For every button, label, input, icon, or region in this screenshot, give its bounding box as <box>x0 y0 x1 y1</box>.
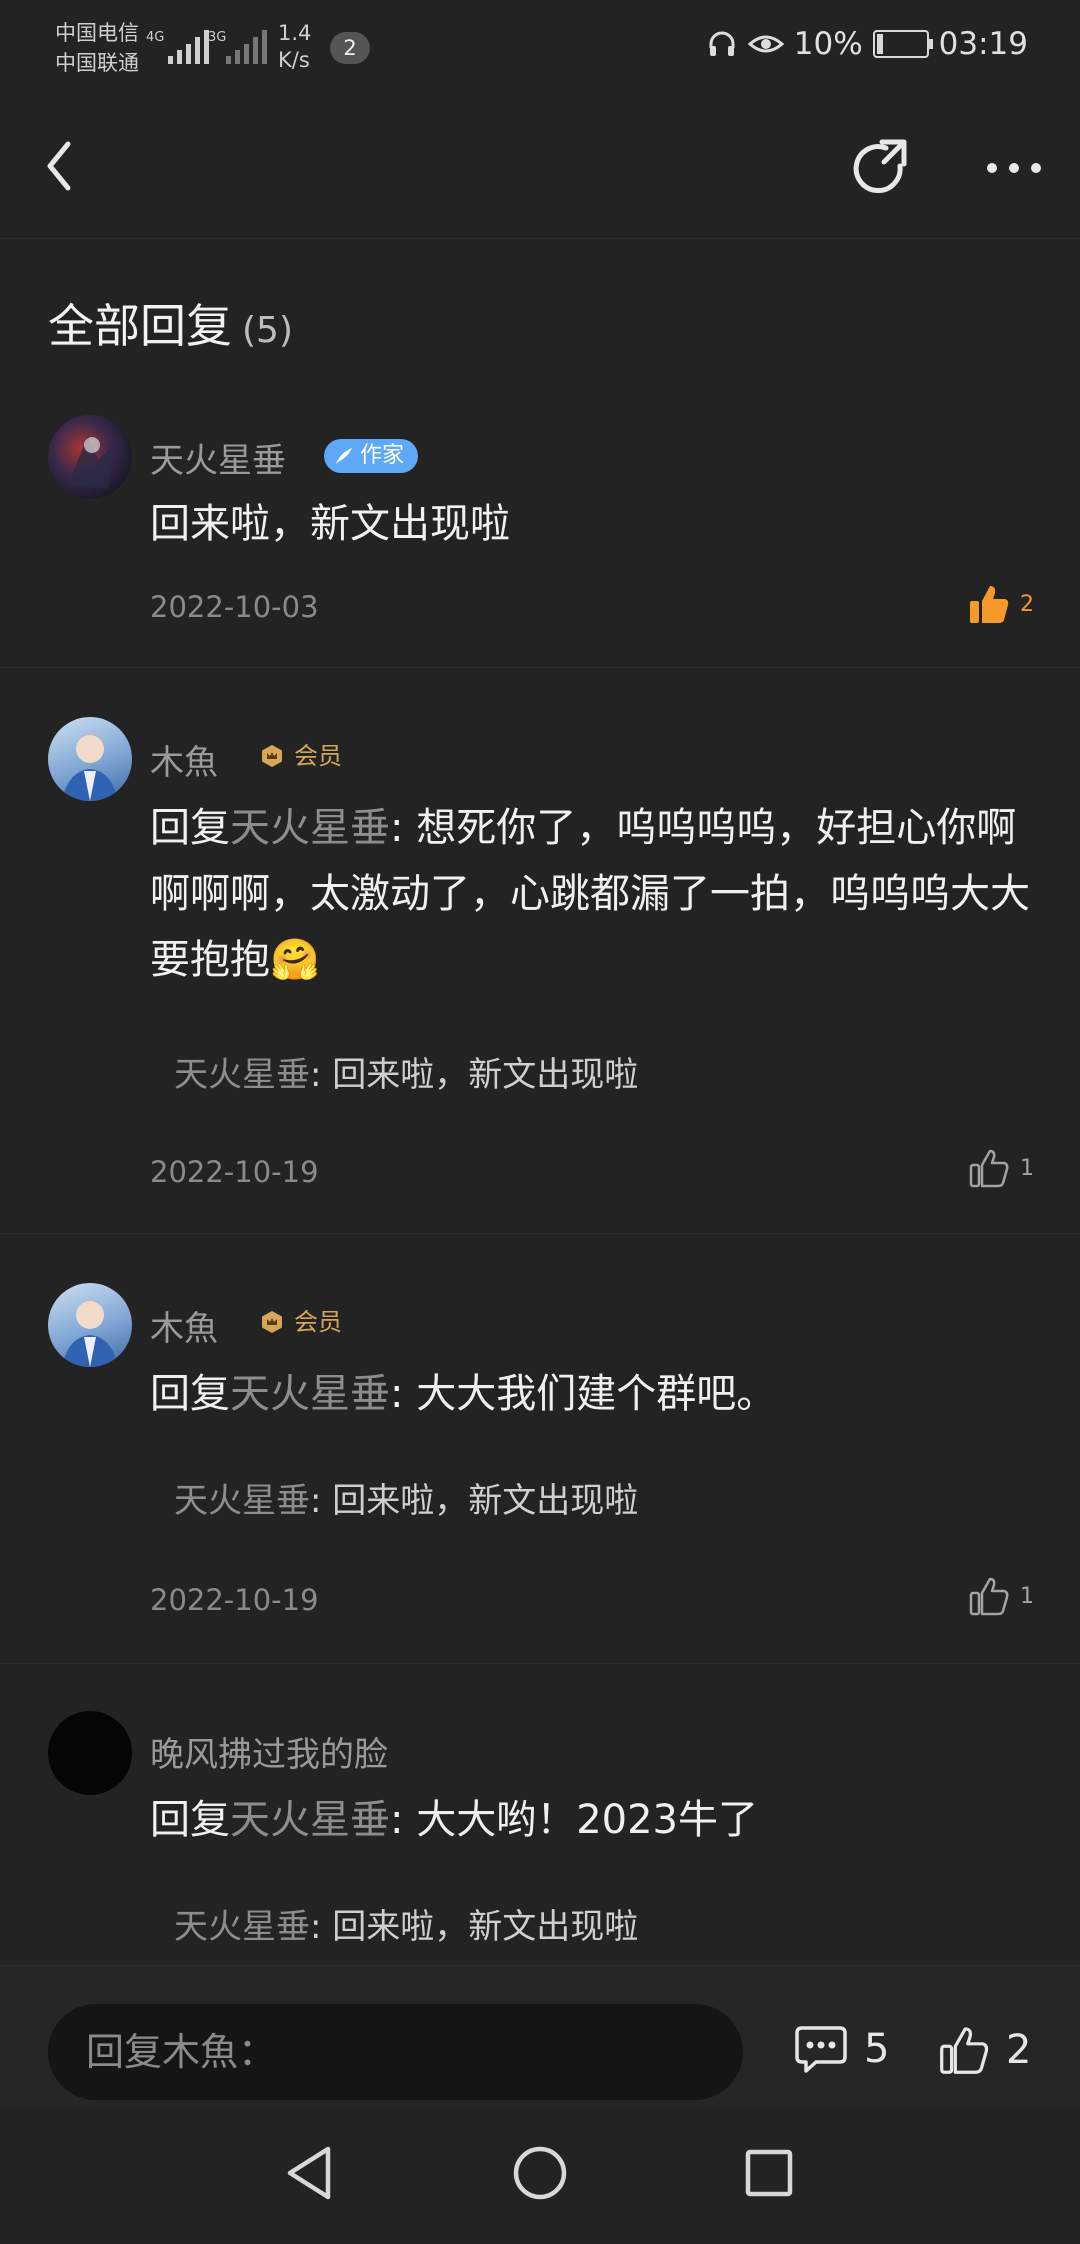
avatar[interactable] <box>48 415 132 499</box>
like-button[interactable]: 2 <box>968 583 1034 625</box>
comment-item: 天火星垂 作家 回来啦，新文出现啦 2022-10-03 2 <box>0 385 1080 668</box>
comment-date: 2022-10-19 <box>150 1583 319 1617</box>
quoted-comment[interactable]: 天火星垂: 回来啦，新文出现啦 <box>174 1899 638 1948</box>
nav-back-icon[interactable] <box>284 2145 334 2201</box>
notification-count-badge: 2 <box>330 32 370 64</box>
quoted-comment[interactable]: 天火星垂: 回来啦，新文出现啦 <box>174 1047 638 1096</box>
member-badge: 会员 <box>260 741 342 771</box>
member-badge: 会员 <box>260 1307 342 1337</box>
comment-item: 木魚 会员 回复天火星垂: 想死你了，呜呜呜呜，好担心你啊啊啊啊，太激动了，心跳… <box>0 667 1080 1234</box>
like-button[interactable]: 1 <box>968 1575 1034 1617</box>
comment-text: 回复天火星垂: 大大哟！2023牛了 <box>150 1797 758 1843</box>
clock: 03:19 <box>938 26 1028 62</box>
reply-mention[interactable]: 天火星垂 <box>230 1797 390 1843</box>
carrier-1: 中国电信 <box>55 21 139 45</box>
like-count: 1 <box>1020 1583 1034 1609</box>
reply-count: (5) <box>242 310 293 351</box>
like-count: 2 <box>1020 591 1034 617</box>
network-type-1: 4G <box>146 30 165 45</box>
reply-mention[interactable]: 天火星垂 <box>230 1371 390 1417</box>
comment-item: 木魚 会员 回复天火星垂: 大大我们建个群吧。 天火星垂: 回来啦，新文出现啦 … <box>0 1233 1080 1664</box>
nav-home-icon[interactable] <box>512 2145 568 2201</box>
like-count: 2 <box>1006 2027 1032 2073</box>
avatar[interactable] <box>48 1283 132 1367</box>
bottom-action-bar: 回复木魚： 5 2 <box>0 1965 1080 2106</box>
like-button[interactable]: 1 <box>968 1147 1034 1189</box>
username[interactable]: 天火星垂 <box>150 433 286 482</box>
comment-item: 晚风拂过我的脸 回复天火星垂: 大大哟！2023牛了 天火星垂: 回来啦，新文出… <box>0 1663 1080 1965</box>
battery-icon <box>872 30 933 58</box>
comment-date: 2022-10-19 <box>150 1155 319 1189</box>
comment-text: 回复天火星垂: 想死你了，呜呜呜呜，好担心你啊啊啊啊，太激动了，心跳都漏了一拍，… <box>150 805 1030 983</box>
top-nav-bar <box>0 100 1080 239</box>
thumbs-up-outline-icon <box>969 1577 1009 1616</box>
reply-input[interactable]: 回复木魚： <box>48 2004 743 2100</box>
battery-percent: 10% <box>793 26 863 62</box>
signal-1-icon <box>168 30 209 64</box>
comment-date: 2022-10-03 <box>150 590 319 624</box>
like-total-button[interactable]: 2 <box>938 2024 1031 2076</box>
comments-button[interactable]: 5 <box>794 2024 889 2074</box>
comment-text: 回复天火星垂: 大大我们建个群吧。 <box>150 1371 777 1417</box>
carrier-2: 中国联通 <box>55 51 139 75</box>
network-type-2: 3G <box>208 30 227 45</box>
quoted-comment[interactable]: 天火星垂: 回来啦，新文出现啦 <box>174 1473 638 1522</box>
network-speed: 1.4 K/s <box>278 21 312 72</box>
writer-badge: 作家 <box>324 439 419 473</box>
carrier-info: 中国电信 中国联通 <box>55 18 139 78</box>
like-count: 1 <box>1020 1155 1034 1181</box>
thumbs-up-filled-icon <box>970 586 1009 623</box>
username[interactable]: 木魚 <box>150 1301 218 1350</box>
page-title: 全部回复 (5) <box>48 299 293 353</box>
status-bar: 中国电信 中国联通 4G 3G 1.4 K/s 2 10% 03:19 <box>0 0 1080 100</box>
hexagon-crown-icon <box>262 1311 282 1333</box>
headphones-icon <box>709 31 735 56</box>
avatar[interactable] <box>48 717 132 801</box>
back-arrow-icon[interactable] <box>38 136 82 196</box>
nav-recents-icon[interactable] <box>744 2145 794 2201</box>
feather-icon <box>336 448 352 464</box>
username[interactable]: 晚风拂过我的脸 <box>150 1727 388 1776</box>
reply-mention[interactable]: 天火星垂 <box>230 805 390 851</box>
eye-comfort-icon <box>747 35 784 53</box>
more-options-icon[interactable] <box>984 160 1044 176</box>
system-navigation-bar <box>0 2105 1080 2244</box>
share-refresh-icon[interactable] <box>848 136 914 202</box>
hexagon-crown-icon <box>262 745 282 767</box>
username[interactable]: 木魚 <box>150 735 218 784</box>
signal-2-icon <box>226 30 267 64</box>
status-right: 10% 03:19 <box>706 26 1028 62</box>
comment-text: 回来啦，新文出现啦 <box>150 501 510 547</box>
comment-bubble-icon <box>795 2026 847 2073</box>
avatar[interactable] <box>48 1711 132 1795</box>
thumbs-up-outline-icon <box>969 1149 1009 1188</box>
thumbs-up-outline-icon <box>940 2027 989 2074</box>
comment-count: 5 <box>864 2026 890 2072</box>
